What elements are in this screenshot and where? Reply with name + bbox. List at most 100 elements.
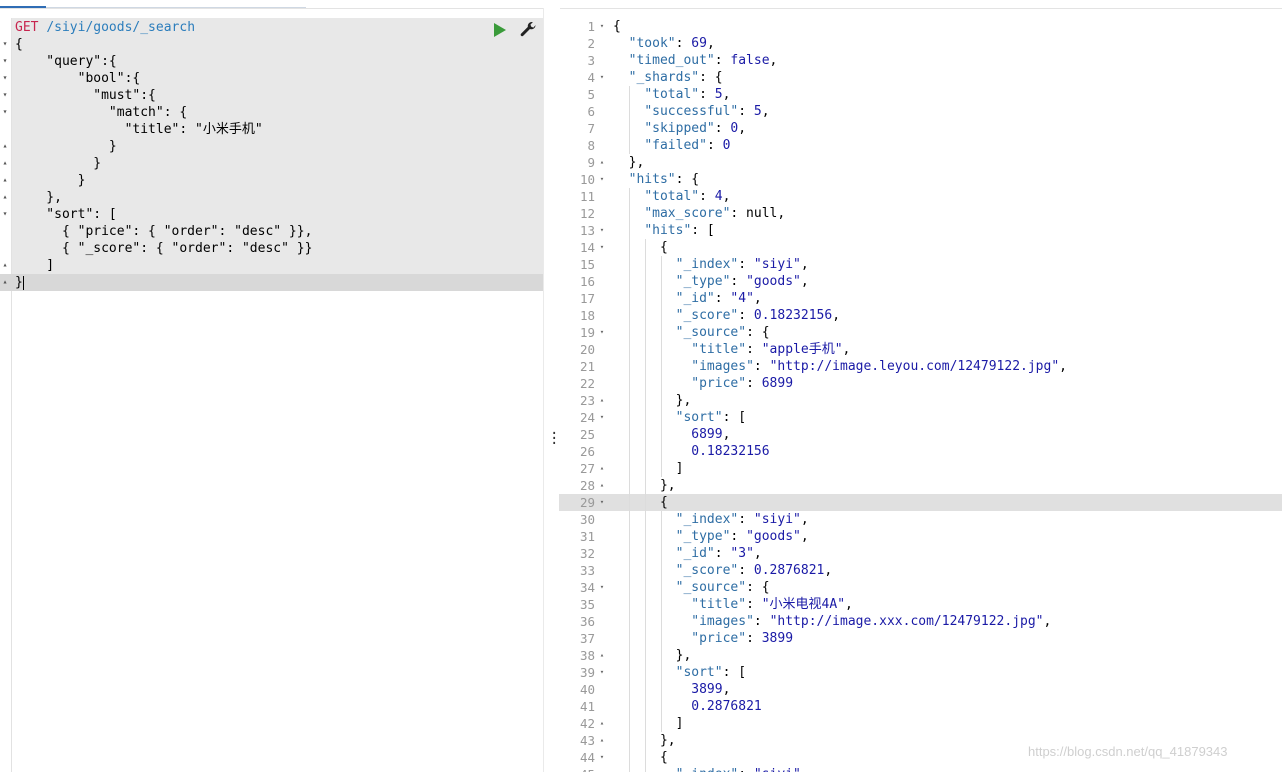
fold-toggle-icon[interactable]: ▴: [0, 171, 10, 188]
request-path: /siyi/goods/_search: [46, 20, 196, 35]
response-line: 30 "_index": "siyi",: [559, 511, 1282, 528]
line-number: 23: [579, 393, 595, 408]
line-number: 7: [587, 121, 595, 136]
line-number: 34: [579, 580, 595, 595]
response-line: 41 0.2876821: [559, 698, 1282, 715]
response-line: 27 ▴ ]: [559, 460, 1282, 477]
response-code-text: "images": "http://image.xxx.com/12479122…: [691, 614, 1052, 629]
response-code-text: },: [613, 155, 645, 170]
line-number: 8: [587, 138, 595, 153]
response-line: 38 ▴ },: [559, 647, 1282, 664]
code-line: "title": "小米手机": [15, 122, 263, 137]
fold-toggle-icon[interactable]: ▾: [597, 239, 607, 256]
response-line: 39 ▾ "sort": [: [559, 664, 1282, 681]
fold-toggle-icon[interactable]: ▾: [597, 494, 607, 511]
response-code-text: 6899,: [691, 427, 731, 442]
response-code-text: "_source": {: [675, 580, 770, 595]
line-number: 13: [579, 223, 595, 238]
fold-toggle-icon[interactable]: ▴: [0, 188, 10, 205]
response-code-text: ]: [613, 461, 684, 476]
line-number: 17: [579, 291, 595, 306]
fold-toggle-icon[interactable]: ▴: [0, 256, 10, 273]
response-line: 18 "_score": 0.18232156,: [559, 307, 1282, 324]
text-cursor: [22, 275, 24, 290]
splitter-dots-icon[interactable]: · · ·: [550, 427, 558, 451]
line-number: 43: [579, 733, 595, 748]
fold-toggle-icon[interactable]: ▴: [597, 477, 607, 494]
response-line: 8 "failed": 0: [559, 137, 1282, 154]
response-code-text: "sort": [: [675, 410, 747, 425]
response-line: 25 6899,: [559, 426, 1282, 443]
wrench-icon[interactable]: [519, 21, 537, 39]
code-line: },: [15, 190, 62, 205]
panel-splitter[interactable]: · · ·: [543, 8, 560, 772]
fold-toggle-icon[interactable]: ▾: [0, 69, 10, 86]
response-line: 40 3899,: [559, 681, 1282, 698]
play-icon[interactable]: [494, 23, 506, 37]
fold-toggle-icon[interactable]: ▴: [597, 647, 607, 664]
fold-toggle-icon[interactable]: ▾: [0, 86, 10, 103]
response-line: 33 "_score": 0.2876821,: [559, 562, 1282, 579]
fold-toggle-icon[interactable]: ▾: [597, 409, 607, 426]
fold-toggle-icon[interactable]: ▴: [597, 460, 607, 477]
response-viewer[interactable]: 1 ▾{2 "took": 69, 3 "timed_out": false, 4 ▾ …: [559, 18, 1282, 772]
response-line: 12 "max_score": null,: [559, 205, 1282, 222]
request-code[interactable]: GET /siyi/goods/_search { "query":{ "boo…: [15, 19, 312, 291]
fold-toggle-icon[interactable]: ▴: [0, 273, 10, 290]
response-code-text: {: [613, 240, 668, 255]
fold-toggle-icon[interactable]: ▴: [597, 392, 607, 409]
response-line: 29 ▾ {: [559, 494, 1282, 511]
response-code-text: "_score": 0.18232156,: [675, 308, 841, 323]
fold-toggle-icon[interactable]: ▾: [597, 18, 607, 35]
request-editor[interactable]: ▾ ▾ ▾ ▾ ▾ ▴ ▴ ▴ ▴ ▾ ▴ ▴ GET /siyi/goods/…: [0, 18, 543, 772]
fold-toggle-icon[interactable]: ▾: [0, 35, 10, 52]
response-line: 28 ▴ },: [559, 477, 1282, 494]
code-line: "bool":{: [15, 71, 141, 86]
response-code-text: },: [613, 478, 676, 493]
line-number: 27: [579, 461, 595, 476]
line-number: 35: [579, 597, 595, 612]
response-line: 35 "title": "小米电视4A",: [559, 596, 1282, 613]
fold-toggle-icon[interactable]: ▾: [597, 171, 607, 188]
fold-toggle-icon[interactable]: ▴: [0, 154, 10, 171]
code-line: }: [15, 173, 86, 188]
line-number: 24: [579, 410, 595, 425]
fold-toggle-icon[interactable]: ▾: [597, 324, 607, 341]
request-editor-gutter: [0, 18, 12, 772]
line-number: 11: [579, 189, 595, 204]
line-number: 15: [579, 257, 595, 272]
line-number: 28: [579, 478, 595, 493]
fold-toggle-icon[interactable]: ▾: [597, 69, 607, 86]
fold-toggle-icon[interactable]: ▾: [597, 749, 607, 766]
response-code-text: },: [613, 393, 692, 408]
response-line: 26 0.18232156: [559, 443, 1282, 460]
fold-toggle-icon[interactable]: ▾: [0, 103, 10, 120]
response-line: 20 "title": "apple手机",: [559, 341, 1282, 358]
response-code-text: "sort": [: [675, 665, 747, 680]
response-line: 9 ▴ },: [559, 154, 1282, 171]
fold-toggle-icon[interactable]: ▾: [0, 52, 10, 69]
response-code-text: "successful": 5,: [644, 104, 770, 119]
active-tab-indicator[interactable]: [0, 6, 46, 8]
fold-toggle-icon[interactable]: ▾: [597, 222, 607, 239]
response-line: 36 "images": "http://image.xxx.com/12479…: [559, 613, 1282, 630]
code-line: ]: [15, 258, 55, 273]
tab-underline: [46, 7, 306, 8]
fold-toggle-icon[interactable]: ▴: [597, 732, 607, 749]
response-code-text: "images": "http://image.leyou.com/124791…: [691, 359, 1067, 374]
response-line: 3 "timed_out": false,: [559, 52, 1282, 69]
fold-toggle-icon[interactable]: ▾: [0, 205, 10, 222]
response-line: 37 "price": 3899: [559, 630, 1282, 647]
fold-toggle-icon[interactable]: ▾: [597, 664, 607, 681]
fold-toggle-icon[interactable]: ▾: [597, 579, 607, 596]
http-method: GET: [15, 20, 39, 35]
response-code-text: "total": 5,: [644, 87, 731, 102]
response-code-text: "_id": "4",: [675, 291, 762, 306]
response-line: 32 "_id": "3",: [559, 545, 1282, 562]
fold-toggle-icon[interactable]: ▴: [0, 137, 10, 154]
line-number: 18: [579, 308, 595, 323]
fold-toggle-icon[interactable]: ▴: [597, 154, 607, 171]
fold-toggle-icon[interactable]: ▴: [597, 715, 607, 732]
response-code-text: "max_score": null,: [644, 206, 786, 221]
response-code-text: "skipped": 0,: [644, 121, 747, 136]
